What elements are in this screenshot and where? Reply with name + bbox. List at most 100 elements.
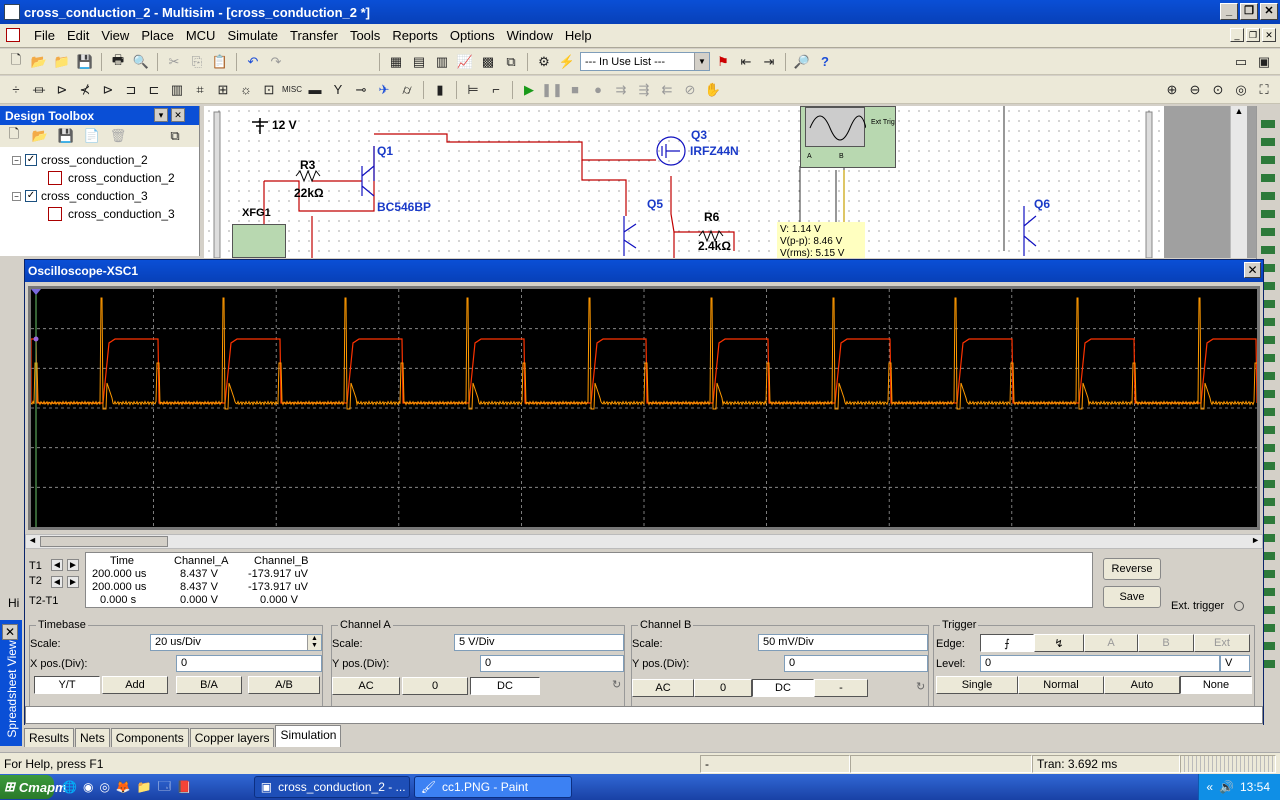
t1-right-arrow-icon[interactable]: ► [67, 559, 79, 571]
save-icon[interactable]: 💾 [75, 52, 95, 72]
toggle-icon[interactable]: ▭ [1231, 52, 1251, 72]
open-samples-icon[interactable]: 📁 [52, 52, 72, 72]
save-button[interactable]: Save [1103, 586, 1161, 608]
menu-edit[interactable]: Edit [61, 28, 95, 43]
oscilloscope-close-button[interactable]: ✕ [1244, 262, 1261, 278]
forward-annotate-icon[interactable]: ⇥ [759, 52, 779, 72]
screen-hscroll[interactable]: ◄ ► [25, 534, 1263, 549]
t2-left-arrow-icon[interactable]: ◄ [51, 576, 63, 588]
menu-simulate[interactable]: Simulate [221, 28, 284, 43]
add-button[interactable]: Add [102, 676, 168, 694]
menu-file[interactable]: File [28, 28, 61, 43]
scroll-thumb[interactable] [40, 536, 168, 547]
zoom-fit-icon[interactable]: ◎ [1231, 80, 1251, 100]
grapher-icon[interactable]: 📈 [455, 52, 475, 72]
chevron-down-icon[interactable]: ▼ [694, 53, 709, 70]
open-folder-icon[interactable]: 📂 [29, 52, 49, 72]
menu-mcu[interactable]: MCU [180, 28, 222, 43]
tree-item[interactable]: cross_conduction_2 [0, 169, 199, 187]
channel-b-settings-icon[interactable]: ↻ [916, 680, 925, 693]
oscilloscope-title-bar[interactable]: Oscilloscope-XSC1 [25, 260, 1263, 282]
connector-icon[interactable]: ⌭ [397, 80, 417, 100]
quicklaunch-ie-icon[interactable]: 🌐 [62, 780, 77, 794]
checkbox-icon[interactable]: ✓ [25, 154, 37, 166]
close-button[interactable]: ✕ [1260, 3, 1278, 20]
tray-expand-icon[interactable]: « [1206, 780, 1213, 794]
oscilloscope-symbol[interactable]: Ext Trig A B [800, 106, 896, 168]
breadboard-icon[interactable]: ▣ [1254, 52, 1274, 72]
stop-simulation-icon[interactable]: ■ [565, 80, 585, 100]
task-paint[interactable]: 🖌 cc1.PNG - Paint [413, 776, 572, 798]
menu-help[interactable]: Help [559, 28, 598, 43]
transistor-icon[interactable]: ⊀ [75, 80, 95, 100]
new-sheet-icon[interactable]: 🗋 [4, 126, 24, 146]
breakpoint-icon[interactable]: ⊘ [680, 80, 700, 100]
v1-value-label[interactable]: 12 V [272, 118, 297, 132]
menu-window[interactable]: Window [501, 28, 559, 43]
power-component-icon[interactable]: ⊡ [259, 80, 279, 100]
menu-place[interactable]: Place [135, 28, 180, 43]
zoom-in-icon[interactable]: ⊕ [1162, 80, 1182, 100]
channel-a-ac-button[interactable]: AC [332, 677, 400, 695]
wire-icon[interactable]: ⌐ [486, 80, 506, 100]
hierarchical-block-icon[interactable]: ▮ [430, 80, 450, 100]
cut-icon[interactable]: ✂ [164, 52, 184, 72]
xfg1-label[interactable]: XFG1 [242, 207, 271, 219]
spinner-icon[interactable]: ▲ ▼ [307, 635, 321, 650]
in-use-list-combo[interactable]: --- In Use List --- ▼ [580, 52, 710, 71]
zoom-out-icon[interactable]: ⊖ [1185, 80, 1205, 100]
tray-clock[interactable]: 13:54 [1240, 780, 1270, 794]
trigger-source-b-button[interactable]: B [1138, 634, 1194, 652]
source-icon[interactable]: ÷ [6, 80, 26, 100]
channel-b-scale-field[interactable]: 50 mV/Div [758, 634, 928, 651]
falling-edge-icon[interactable]: ↯ [1034, 634, 1084, 652]
minimize-button[interactable]: _ [1220, 3, 1238, 20]
tree-item[interactable]: − ✓ cross_conduction_3 [0, 187, 199, 205]
q1-label[interactable]: Q1 [377, 144, 393, 158]
run-simulation-icon[interactable]: ▶ [519, 80, 539, 100]
diode-icon[interactable]: ⊳ [52, 80, 72, 100]
redo-icon[interactable]: ↷ [266, 52, 286, 72]
hierarchy-icon[interactable]: ⧉ [165, 126, 185, 146]
a-over-b-button[interactable]: A/B [248, 676, 320, 694]
find-examples-icon[interactable]: 🔎 [792, 52, 812, 72]
mdi-minimize-button[interactable]: _ [1230, 28, 1244, 42]
spreadsheet-view-tab[interactable]: ✕ Spreadsheet View [0, 620, 22, 746]
back-annotate-icon[interactable]: ⇤ [736, 52, 756, 72]
help-icon[interactable]: ? [815, 52, 835, 72]
q3-part-label[interactable]: IRFZ44N [690, 144, 739, 158]
rf-icon[interactable]: Y [328, 80, 348, 100]
channel-a-settings-icon[interactable]: ↻ [612, 678, 621, 691]
menu-transfer[interactable]: Transfer [284, 28, 344, 43]
checkbox-icon[interactable]: ✓ [25, 190, 37, 202]
print-icon[interactable]: 🖶 [108, 52, 128, 72]
ni-component-icon[interactable]: ✈ [374, 80, 394, 100]
save-sheet-icon[interactable]: 💾 [56, 126, 76, 146]
delete-sheet-icon[interactable]: 🗑 [108, 126, 128, 146]
tab-simulation[interactable]: Simulation [275, 725, 342, 747]
timebase-scale-field[interactable]: 20 us/Div ▲ ▼ [150, 634, 322, 651]
advanced-peripherals-icon[interactable]: ▬ [305, 80, 325, 100]
document-icon[interactable] [6, 28, 20, 42]
trigger-source-a-button[interactable]: A [1084, 634, 1138, 652]
oscilloscope-screen[interactable] [28, 286, 1260, 530]
copy-icon[interactable]: ⎘ [187, 52, 207, 72]
database-icon[interactable]: ▥ [432, 52, 452, 72]
step-over-icon[interactable]: ⇉ [611, 80, 631, 100]
channel-b-dc-button[interactable]: DC [752, 679, 814, 697]
open-sheet-icon[interactable]: 📂 [30, 126, 50, 146]
electromechanical-icon[interactable]: ⊸ [351, 80, 371, 100]
quicklaunch-chrome-icon[interactable]: ◉ [83, 780, 93, 794]
multisim-app-icon[interactable] [4, 4, 20, 20]
trigger-auto-button[interactable]: Auto [1104, 676, 1180, 694]
pause-simulation-icon[interactable]: ❚❚ [541, 80, 563, 100]
postprocessor-icon[interactable]: ▩ [478, 52, 498, 72]
mixed-icon[interactable]: ⊞ [213, 80, 233, 100]
yt-button[interactable]: Y/T [34, 676, 100, 694]
tree-item[interactable]: − ✓ cross_conduction_2 [0, 151, 199, 169]
step-into-icon[interactable]: ⇶ [634, 80, 654, 100]
tab-nets[interactable]: Nets [75, 728, 110, 747]
erc-icon[interactable]: ⧉ [501, 52, 521, 72]
spreadsheet-close-icon[interactable]: ✕ [2, 624, 18, 640]
channel-b-ypos-field[interactable]: 0 [784, 655, 928, 672]
